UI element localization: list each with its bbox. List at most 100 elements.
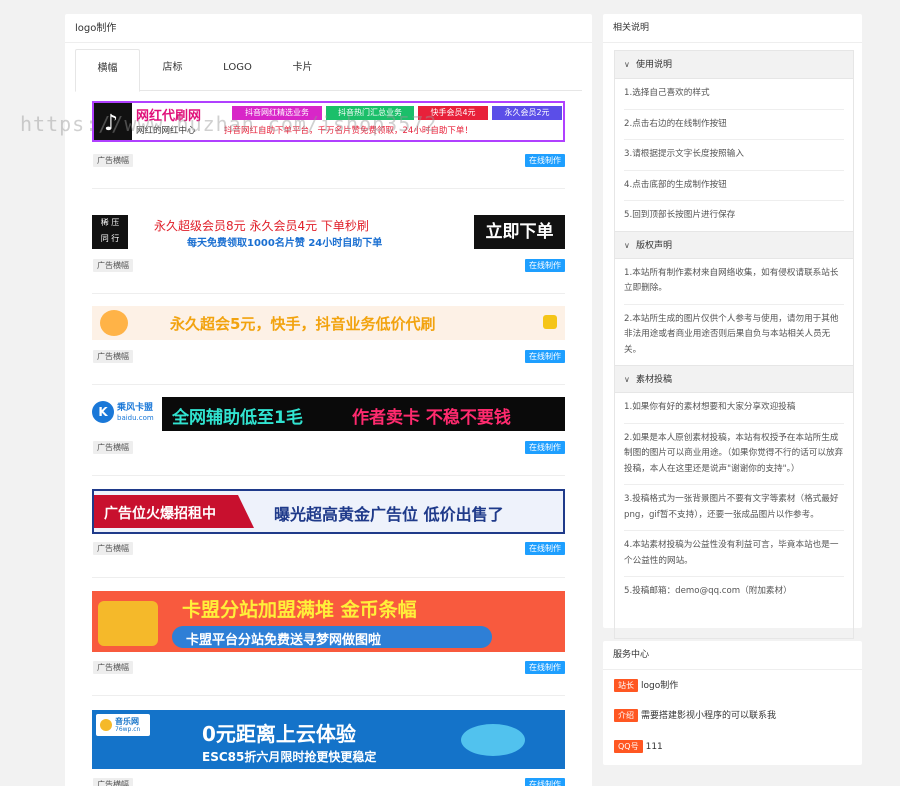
banner2-left-block: 稀 压 同 行 bbox=[92, 215, 128, 249]
banner5-right: 曝光超高黄金广告位 低价出售了 bbox=[274, 505, 504, 524]
divider bbox=[92, 293, 565, 294]
list-item: 2.本站所生成的图片仅供个人参考与使用，请勿用于其他非法用途或者商业用途否则后果… bbox=[624, 313, 839, 355]
tab-card-label: 卡片 bbox=[292, 62, 313, 73]
online-make-button[interactable]: 在线制作 bbox=[525, 441, 565, 454]
banner-image[interactable]: ♪ 网红代刷网 抖音网红精选业务 抖音热门汇总业务 快手会员4元 永久会员2元 … bbox=[92, 101, 565, 142]
cloud-platform-icon bbox=[461, 724, 525, 756]
banner1-brand: 网红代刷网 bbox=[136, 109, 202, 124]
divider bbox=[92, 384, 565, 385]
tab-shop-logo[interactable]: 店标 bbox=[140, 49, 205, 91]
divider bbox=[92, 475, 565, 476]
banner7-line2: ESC85折六月限时抢更快更稳定 bbox=[202, 750, 377, 764]
service-badge: 介绍 bbox=[614, 709, 638, 722]
banner1-block2: 抖音热门汇总业务 bbox=[326, 106, 414, 120]
banner2-left4: 行 bbox=[111, 234, 120, 243]
list-item: 2.如果是本人原创素材投稿，本站有权授予在本站所生成制图的图片可以商业用途。（如… bbox=[624, 424, 844, 485]
service-title: 服务中心 bbox=[603, 641, 862, 670]
banner1-block3: 快手会员4元 bbox=[418, 106, 488, 120]
banner7-line1: 0元距离上云体验 bbox=[202, 722, 356, 746]
mascot-icon bbox=[100, 310, 128, 336]
list-item: 3.请根据提示文字长度按照输入 bbox=[624, 140, 844, 171]
banner2-cta: 立即下单 bbox=[474, 215, 565, 249]
service-row: 介绍 需要搭建影视小程序的可以联系我 bbox=[614, 709, 776, 723]
section-usage-body: 1.选择自己喜欢的样式 2.点击右边的在线制作按钮 3.请根据提示文字长度按照输… bbox=[615, 79, 853, 231]
online-make-button[interactable]: 在线制作 bbox=[525, 154, 565, 167]
banner6-line2: 卡盟平台分站免费送寻梦网做图啦 bbox=[186, 633, 382, 648]
online-make-button[interactable]: 在线制作 bbox=[525, 542, 565, 555]
k-logo-icon: K bbox=[92, 401, 114, 423]
help-card: 相关说明 ∨ 使用说明 1.选择自己喜欢的样式 2.点击右边的在线制作按钮 3.请… bbox=[603, 14, 862, 639]
coins-icon bbox=[98, 601, 158, 646]
tab-bar: 横幅 店标 LOGO 卡片 bbox=[75, 49, 582, 92]
banner-tag: 广告横幅 bbox=[93, 778, 133, 786]
online-make-button[interactable]: 在线制作 bbox=[525, 259, 565, 272]
chevron-down-icon: ∨ bbox=[624, 240, 630, 250]
chevron-down-icon: ∨ bbox=[624, 375, 630, 384]
service-badge: 站长 bbox=[614, 679, 638, 692]
service-badge: QQ号 bbox=[614, 740, 643, 753]
section-copyright-body: 1.本站所有制作素材来自网络收集，如有侵权请联系站长立即删除。 2.本站所生成的… bbox=[615, 259, 853, 366]
list-item: 1.本站所有制作素材来自网络收集，如有侵权请联系站长立即删除。 bbox=[624, 259, 844, 305]
main-card: logo制作 横幅 店标 LOGO 卡片 ♪ 网红代刷网 抖音网红精选业务 抖音… bbox=[65, 14, 592, 786]
section-heading: 版权声明 bbox=[636, 240, 673, 251]
banner1-ticker: 抖音网红自助下单平台，千万名片赞免费领取，24小时自助下单！ bbox=[224, 126, 473, 136]
banner-tag: 广告横幅 bbox=[93, 441, 133, 454]
banner-image[interactable]: 音乐网 76wp.cn 0元距离上云体验 ESC85折六月限时抢更快更稳定 bbox=[92, 710, 565, 769]
tab-banner[interactable]: 横幅 bbox=[75, 49, 140, 92]
list-item: 4.本站素材投稿为公益性没有利益可言，毕竟本站也是一个公益性的网站。 bbox=[624, 531, 844, 577]
list-item: 4.点击底部的生成制作按钮 bbox=[624, 171, 844, 201]
banner4-logo-text: 乘风卡盟 bbox=[117, 403, 154, 413]
banner1-block4: 永久会员2元 bbox=[492, 106, 562, 120]
tab-logo-label: LOGO bbox=[223, 62, 252, 73]
banner6-pill: 卡盟平台分站免费送寻梦网做图啦 bbox=[172, 626, 492, 648]
svg-text:♪: ♪ bbox=[104, 111, 118, 136]
banner1-block1: 抖音网红精选业务 bbox=[232, 106, 322, 120]
tiktok-logo: ♪ bbox=[94, 103, 132, 140]
banner2-line2: 每天免费领取1000名片赞 24小时自助下单 bbox=[187, 238, 383, 249]
banner6-line1: 卡盟分站加盟满堆 金币条幅 bbox=[182, 599, 417, 621]
banner2-left1: 稀 bbox=[100, 218, 109, 227]
divider bbox=[92, 188, 565, 189]
service-row: QQ号 111 bbox=[614, 740, 663, 754]
banner-image[interactable]: 卡盟分站加盟满堆 金币条幅 卡盟平台分站免费送寻梦网做图啦 bbox=[92, 591, 565, 652]
section-copyright-header[interactable]: ∨ 版权声明 bbox=[615, 230, 853, 259]
banner4-domain: baidu.com bbox=[117, 414, 154, 422]
tab-logo[interactable]: LOGO bbox=[205, 49, 270, 91]
tab-shop-logo-label: 店标 bbox=[162, 62, 183, 73]
list-item: 1.如果你有好的素材想要和大家分享欢迎投稿 bbox=[624, 393, 844, 424]
section-submission-header[interactable]: ∨ 素材投稿 bbox=[615, 365, 853, 393]
banner5-red-block: 广告位火爆招租中 bbox=[94, 495, 254, 528]
list-item: 3.投稿格式为一张背景图片不要有文字等素材（格式最好png，gif暂不支持），还… bbox=[624, 485, 844, 531]
main-title: logo制作 bbox=[65, 14, 592, 43]
list-item: 2.点击右边的在线制作按钮 bbox=[624, 110, 844, 140]
banner-image[interactable]: 稀 压 同 行 永久超级会员8元 永久会员4元 下单秒刷 每天免费领取1000名… bbox=[92, 215, 565, 249]
service-text: logo制作 bbox=[641, 681, 679, 691]
banner1-sub: 网红的网红中心 bbox=[136, 126, 196, 136]
banner-tag: 广告横幅 bbox=[93, 350, 133, 363]
divider bbox=[92, 577, 565, 578]
online-make-button[interactable]: 在线制作 bbox=[525, 350, 565, 363]
banner-image[interactable]: 永久超会5元，快手，抖音业务低价代刷 bbox=[92, 306, 565, 340]
online-make-button[interactable]: 在线制作 bbox=[525, 661, 565, 674]
banner3-line: 永久超会5元，快手，抖音业务低价代刷 bbox=[170, 315, 436, 333]
banner7-logo-box: 音乐网 76wp.cn bbox=[96, 714, 150, 736]
banner2-left2: 压 bbox=[111, 218, 120, 227]
music-icon bbox=[100, 719, 112, 731]
service-text: 111 bbox=[645, 742, 663, 752]
tab-card[interactable]: 卡片 bbox=[270, 49, 335, 91]
banner-tag: 广告横幅 bbox=[93, 259, 133, 272]
banner-image[interactable]: 广告位火爆招租中 曝光超高黄金广告位 低价出售了 bbox=[92, 489, 565, 534]
section-usage-header[interactable]: ∨ 使用说明 bbox=[615, 51, 853, 79]
banner-tag: 广告横幅 bbox=[93, 154, 133, 167]
list-item: 1.选择自己喜欢的样式 bbox=[624, 79, 844, 110]
banner7-domain: 76wp.cn bbox=[115, 726, 141, 733]
help-collapse: ∨ 使用说明 1.选择自己喜欢的样式 2.点击右边的在线制作按钮 3.请根据提示文… bbox=[614, 50, 854, 639]
banner2-left3: 同 bbox=[100, 234, 109, 243]
list-item: 5.回到顶部长按图片进行保存 bbox=[624, 210, 736, 220]
banner-tag: 广告横幅 bbox=[93, 542, 133, 555]
section-heading: 使用说明 bbox=[636, 60, 673, 70]
banner-image[interactable]: K 乘风卡盟 baidu.com 全网辅助低至1毛 作者卖卡 不稳不要钱 bbox=[92, 397, 565, 431]
online-make-button[interactable]: 在线制作 bbox=[525, 778, 565, 786]
service-card: 服务中心 站长 logo制作 介绍 需要搭建影视小程序的可以联系我 QQ号 111 bbox=[603, 641, 862, 765]
divider bbox=[92, 695, 565, 696]
